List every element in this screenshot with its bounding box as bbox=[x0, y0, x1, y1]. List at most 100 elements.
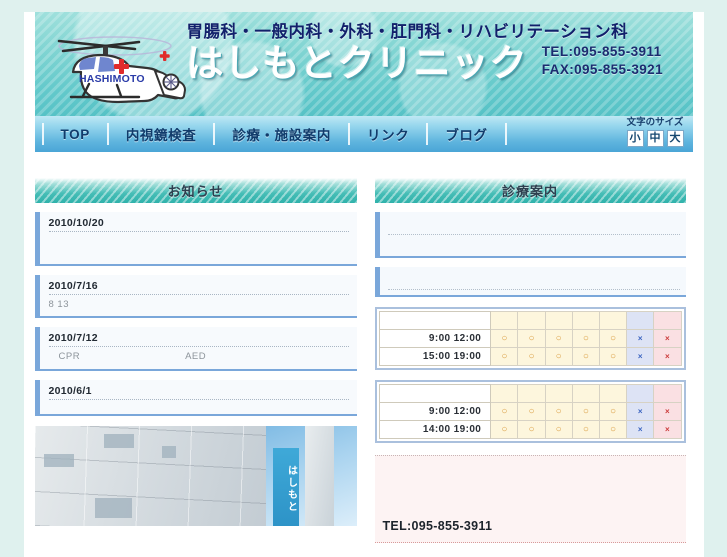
guide-section-title: 診療案内 bbox=[374, 178, 686, 203]
news-list-item[interactable]: 2010/7/12 CPR AED bbox=[34, 327, 357, 371]
news-body-text-secondary: AED bbox=[185, 351, 207, 362]
availability-mark: × bbox=[665, 352, 670, 361]
schedule-time-label: 15:00 19:00 bbox=[378, 347, 492, 366]
nav-item-top[interactable]: TOP bbox=[44, 116, 107, 152]
availability-mark: × bbox=[637, 407, 643, 416]
availability-mark: ○ bbox=[501, 424, 508, 435]
availability-mark: × bbox=[665, 425, 670, 434]
schedule-header-saturday bbox=[626, 384, 655, 403]
table-row: 15:00 19:00 ○ ○ ○ ○ ○ × × bbox=[378, 347, 682, 366]
news-date: 2010/6/1 bbox=[48, 385, 349, 400]
font-size-large-button[interactable]: 大 bbox=[666, 130, 684, 147]
header-tel: TEL:095-855-3911 bbox=[541, 44, 662, 59]
availability-mark: ○ bbox=[610, 351, 617, 362]
schedule-header-sunday bbox=[653, 311, 682, 330]
guide-column: 診療案内 9:00 12:00 ○ ○ ○ ○ ○ × × 15:00 19:0… bbox=[374, 178, 686, 543]
header-fax: FAX:095-855-3921 bbox=[541, 62, 663, 78]
availability-mark: × bbox=[637, 425, 643, 434]
availability-mark: ○ bbox=[555, 351, 562, 362]
news-body: CPR AED bbox=[49, 347, 349, 362]
schedule-header-saturday bbox=[626, 311, 655, 330]
schedule-header-day bbox=[544, 384, 573, 403]
schedule-header-day bbox=[544, 311, 573, 330]
contact-tel: TEL:095-855-3911 bbox=[382, 519, 493, 533]
nav-item-links[interactable]: リンク bbox=[350, 116, 426, 152]
header-contact: TEL:095-855-3911 FAX:095-855-3921 bbox=[542, 43, 663, 79]
schedule-header-day bbox=[571, 384, 600, 403]
schedule-table-2: 9:00 12:00 ○ ○ ○ ○ ○ × × 14:00 19:00 ○ ○… bbox=[374, 380, 686, 443]
site-header: HASHIMOTO 胃腸科・一般内科・外科・肛門科・リハビリテーション科 はしも… bbox=[34, 12, 693, 116]
table-row: 9:00 12:00 ○ ○ ○ ○ ○ × × bbox=[378, 329, 682, 348]
schedule-time-label: 9:00 12:00 bbox=[378, 329, 492, 348]
table-row: 9:00 12:00 ○ ○ ○ ○ ○ × × bbox=[378, 402, 682, 421]
availability-mark: ○ bbox=[528, 406, 535, 417]
availability-mark: ○ bbox=[610, 406, 617, 417]
availability-mark: ○ bbox=[555, 424, 562, 435]
font-size-small-button[interactable]: 小 bbox=[626, 130, 644, 147]
schedule-header-day bbox=[598, 384, 628, 403]
font-size-control: 文字のサイズ 小 中 大 bbox=[626, 117, 684, 147]
nav-divider bbox=[504, 123, 507, 145]
schedule-header-label bbox=[378, 384, 492, 403]
schedule-header-day bbox=[490, 311, 519, 330]
guide-info-text bbox=[387, 218, 680, 235]
main-content: お知らせ 2010/10/20 2010/7/16 8 13 2010/7/12… bbox=[24, 152, 704, 543]
nav-item-list: TOP 内視鏡検査 診療・施設案内 リンク ブログ bbox=[35, 116, 507, 152]
news-body-text: 8 13 bbox=[48, 299, 69, 310]
news-date: 2010/10/20 bbox=[48, 217, 349, 232]
main-navigation: TOP 内視鏡検査 診療・施設案内 リンク ブログ 文字のサイズ 小 中 大 bbox=[34, 116, 693, 152]
news-list-item[interactable]: 2010/7/16 8 13 bbox=[34, 275, 357, 318]
font-size-label: 文字のサイズ bbox=[626, 117, 684, 128]
news-list-item[interactable]: 2010/10/20 bbox=[34, 212, 357, 266]
news-date: 2010/7/16 bbox=[48, 280, 349, 295]
schedule-header-day bbox=[598, 311, 628, 330]
availability-mark: ○ bbox=[501, 406, 508, 417]
font-size-medium-button[interactable]: 中 bbox=[646, 130, 664, 147]
schedule-time-label: 9:00 12:00 bbox=[378, 402, 492, 421]
table-header-row bbox=[378, 311, 682, 330]
schedule-header-sunday bbox=[653, 384, 682, 403]
clinic-building-photo: はしもと bbox=[34, 426, 357, 526]
photo-building bbox=[34, 426, 267, 526]
contact-callout: TEL:095-855-3911 bbox=[374, 455, 686, 543]
guide-info-row bbox=[374, 267, 686, 297]
schedule-header-label bbox=[378, 311, 492, 330]
availability-mark: ○ bbox=[501, 333, 508, 344]
availability-mark: × bbox=[637, 352, 643, 361]
schedule-header-day bbox=[517, 311, 546, 330]
guide-info-text bbox=[387, 273, 680, 290]
guide-info-row bbox=[374, 212, 686, 258]
helicopter-icon: HASHIMOTO bbox=[57, 36, 186, 104]
schedule-header-day bbox=[571, 311, 600, 330]
availability-mark: ○ bbox=[582, 333, 589, 344]
clinic-name: はしもとクリニック bbox=[186, 42, 528, 84]
availability-mark: × bbox=[665, 334, 670, 343]
page-container: HASHIMOTO 胃腸科・一般内科・外科・肛門科・リハビリテーション科 はしも… bbox=[23, 12, 704, 557]
availability-mark: ○ bbox=[555, 406, 562, 417]
news-list-item[interactable]: 2010/6/1 bbox=[34, 380, 357, 416]
nav-item-blog[interactable]: ブログ bbox=[428, 116, 504, 152]
news-body bbox=[49, 400, 349, 404]
availability-mark: ○ bbox=[555, 333, 562, 344]
schedule-header-day bbox=[490, 384, 519, 403]
availability-mark: ○ bbox=[582, 351, 589, 362]
news-date: 2010/7/12 bbox=[48, 332, 349, 347]
table-header-row bbox=[378, 384, 682, 403]
nav-item-endoscopy[interactable]: 内視鏡検査 bbox=[109, 116, 214, 152]
availability-mark: ○ bbox=[610, 333, 617, 344]
schedule-header-day bbox=[517, 384, 546, 403]
availability-mark: ○ bbox=[610, 424, 617, 435]
nav-item-clinic-facility[interactable]: 診療・施設案内 bbox=[215, 116, 348, 152]
news-body-text: CPR bbox=[58, 351, 81, 362]
news-body: 8 13 bbox=[49, 295, 349, 310]
availability-mark: × bbox=[637, 334, 643, 343]
availability-mark: × bbox=[665, 407, 670, 416]
availability-mark: ○ bbox=[501, 351, 508, 362]
availability-mark: ○ bbox=[528, 333, 535, 344]
photo-banner: はしもと bbox=[272, 448, 299, 526]
news-section-title: お知らせ bbox=[34, 178, 357, 203]
schedule-time-label: 14:00 19:00 bbox=[378, 420, 492, 439]
departments-line: 胃腸科・一般内科・外科・肛門科・リハビリテーション科 bbox=[186, 23, 629, 41]
news-column: お知らせ 2010/10/20 2010/7/16 8 13 2010/7/12… bbox=[34, 178, 357, 543]
table-row: 14:00 19:00 ○ ○ ○ ○ ○ × × bbox=[378, 420, 682, 439]
